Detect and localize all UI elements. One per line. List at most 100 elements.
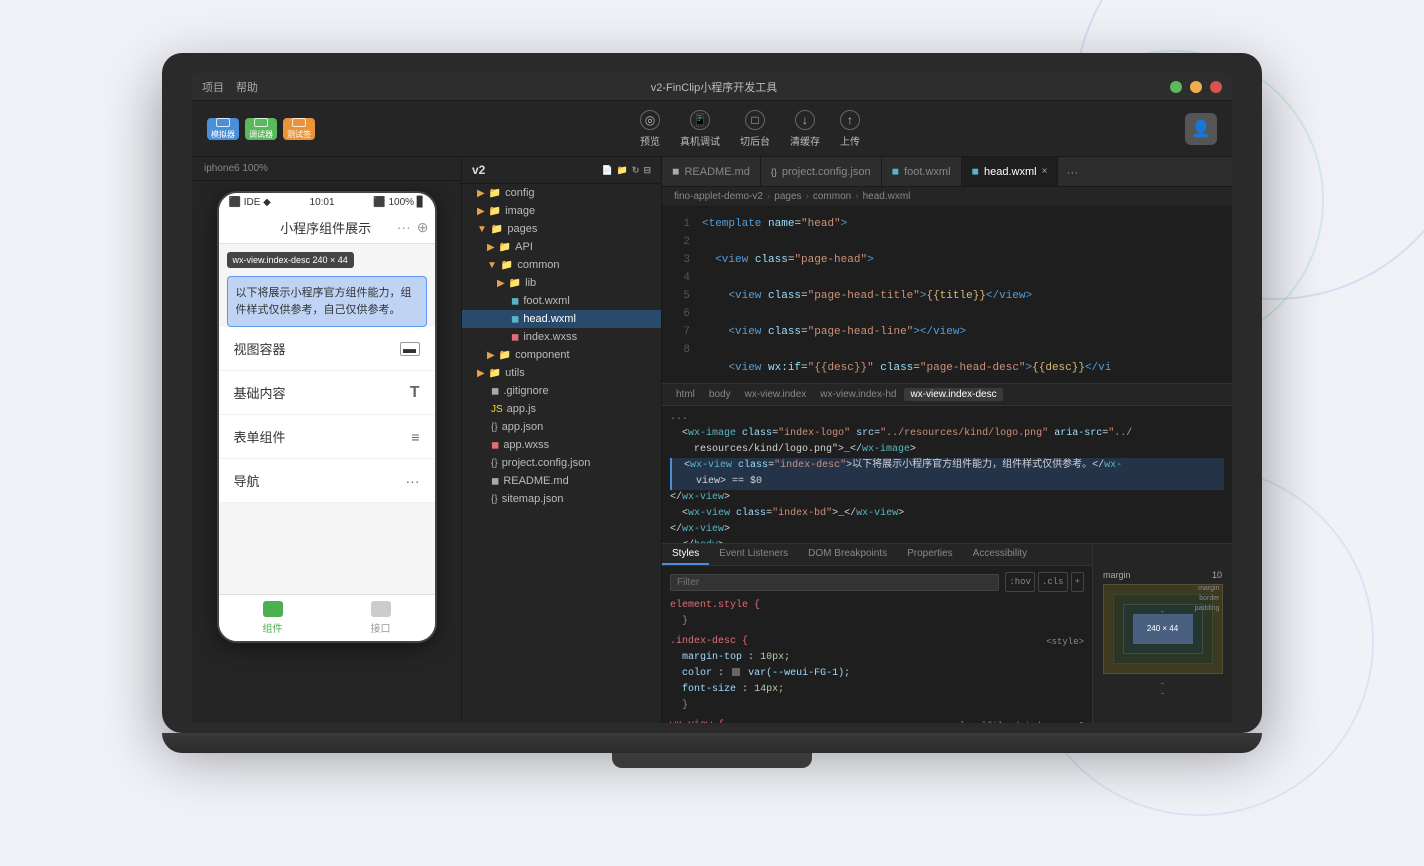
html-nav-wx-view-index-hd[interactable]: wx-view.index-hd	[814, 388, 902, 401]
folder-icon-utils: 📁	[489, 368, 501, 379]
html-view: html body wx-view.index wx-view.index-hd…	[662, 384, 1232, 544]
menu-item-help[interactable]: 帮助	[236, 79, 258, 95]
code-editor[interactable]: 1 2 3 4 5 6 7 8 <template name="head"> <…	[662, 207, 1232, 383]
filetree-index-wxss[interactable]: ◼ index.wxss	[462, 328, 661, 346]
menu-label-3: 导航	[234, 471, 260, 490]
clear-action[interactable]: ↓ 清缓存	[790, 110, 820, 148]
scan-action[interactable]: 📱 真机调试	[680, 110, 720, 148]
val-color: var(--weui-FG-1);	[748, 668, 850, 679]
styles-filter-input[interactable]	[670, 574, 999, 591]
simulator-btn[interactable]: 模拟器	[207, 118, 239, 140]
folder-icon-lib: 📁	[509, 278, 521, 289]
tab-project-config[interactable]: {} project.config.json	[761, 157, 882, 186]
filetree-lib-label: lib	[525, 277, 536, 289]
tab-foot-wxml[interactable]: ◼ foot.wxml	[882, 157, 962, 186]
styles-tab-event[interactable]: Event Listeners	[709, 544, 798, 565]
style-rule-wx-view: wx-view { localfile:/.index.css:2 displa…	[670, 718, 1084, 723]
filetree-refresh-icon[interactable]: ↻	[632, 165, 640, 176]
filetree-config[interactable]: ▶ 📁 config	[462, 184, 661, 202]
cut-action[interactable]: □ 切后台	[740, 110, 770, 148]
styles-left: Styles Event Listeners DOM Breakpoints P…	[662, 544, 1092, 723]
test-btn[interactable]: 测试签	[283, 118, 315, 140]
breadcrumb-item-2: common	[813, 191, 851, 202]
filetree-utils[interactable]: ▶ 📁 utils	[462, 364, 661, 382]
nav-label-api: 接口	[371, 620, 391, 635]
toolbar-mode-buttons: 模拟器 调试器 测试签	[207, 118, 315, 140]
filetree-head-wxml[interactable]: ◼ head.wxml	[462, 310, 661, 328]
tab-head-wxml[interactable]: ◼ head.wxml ×	[962, 157, 1059, 186]
menu-item-0[interactable]: 视图容器 ▬	[219, 327, 435, 371]
folder-arrow-common: ▼	[487, 260, 497, 271]
file-icon-gitignore: ◼	[491, 386, 499, 397]
cut-icon: □	[745, 110, 765, 130]
styles-tab-props[interactable]: Properties	[897, 544, 963, 565]
menu-icon-0: ▬	[400, 342, 420, 356]
phone-title-bar: 小程序组件展示 ··· ⊕	[219, 212, 435, 244]
pseudo-cls[interactable]: .cls	[1038, 572, 1068, 592]
html-nav-body[interactable]: body	[703, 388, 737, 401]
filetree-component[interactable]: ▶ 📁 component	[462, 346, 661, 364]
filetree-lib[interactable]: ▶ 📁 lib	[462, 274, 661, 292]
folder-arrow-pages: ▼	[477, 224, 487, 235]
editor-tabs-more[interactable]: ···	[1058, 165, 1086, 179]
filetree-app-json[interactable]: {} app.json	[462, 418, 661, 436]
app: 项目 帮助 v2-FinClip小程序开发工具 模	[192, 73, 1232, 723]
status-left: ⬛ IDE ◆	[229, 197, 271, 208]
filetree-app-js[interactable]: JS app.js	[462, 400, 661, 418]
upload-action[interactable]: ↑ 上传	[840, 110, 860, 148]
menu-item-project[interactable]: 项目	[202, 79, 224, 95]
filetree-pages-label: pages	[507, 223, 537, 235]
styles-panel: Styles Event Listeners DOM Breakpoints P…	[662, 544, 1232, 723]
val-font-size: 14px;	[754, 684, 784, 695]
menu-label-2: 表单组件	[234, 427, 286, 446]
filetree-sitemap[interactable]: {} sitemap.json	[462, 490, 661, 508]
filetree-header: v2 📄 📁 ↻ ⊟	[462, 157, 661, 184]
filetree-pages[interactable]: ▼ 📁 pages	[462, 220, 661, 238]
filetree-common[interactable]: ▼ 📁 common	[462, 256, 661, 274]
filetree-component-label: component	[515, 349, 569, 361]
phone-bottom-nav: 组件 接口	[219, 594, 435, 641]
filetree-project-config[interactable]: {} project.config.json	[462, 454, 661, 472]
win-maximize-btn[interactable]	[1190, 81, 1202, 93]
filetree-gitignore[interactable]: ◼ .gitignore	[462, 382, 661, 400]
html-nav-wx-view-index[interactable]: wx-view.index	[739, 388, 813, 401]
nav-icon-api	[371, 601, 391, 617]
phone-more-icon[interactable]: ···	[397, 219, 411, 236]
html-nav-html[interactable]: html	[670, 388, 701, 401]
preview-action[interactable]: ◎ 预览	[640, 110, 660, 148]
styles-tab-dom[interactable]: DOM Breakpoints	[798, 544, 897, 565]
filetree-head-wxml-label: head.wxml	[523, 313, 576, 325]
win-close-btn[interactable]	[1210, 81, 1222, 93]
tab-head-wxml-close[interactable]: ×	[1042, 166, 1048, 177]
tab-readme[interactable]: ◼ README.md	[662, 157, 761, 186]
clear-icon: ↓	[795, 110, 815, 130]
menu-item-3[interactable]: 导航 ···	[219, 459, 435, 503]
html-nav-wx-view-index-desc[interactable]: wx-view.index-desc	[904, 388, 1002, 401]
phone-menu-icon[interactable]: ⊕	[417, 219, 429, 236]
menu-item-2[interactable]: 表单组件 ≡	[219, 415, 435, 459]
filetree-collapse-icon[interactable]: ⊟	[643, 165, 651, 176]
pseudo-hov[interactable]: :hov	[1005, 572, 1035, 592]
pseudo-add[interactable]: +	[1071, 572, 1084, 592]
filetree-api[interactable]: ▶ 📁 API	[462, 238, 661, 256]
filetree-new-folder-icon[interactable]: 📁	[617, 165, 628, 176]
code-content[interactable]: <template name="head"> <view class="page…	[698, 207, 1232, 383]
file-icon-app-json: {}	[491, 422, 498, 433]
styles-content: :hov .cls + element.style {	[662, 566, 1092, 723]
filetree-app-wxss[interactable]: ◼ app.wxss	[462, 436, 661, 454]
filetree-foot-wxml[interactable]: ◼ foot.wxml	[462, 292, 661, 310]
user-avatar[interactable]: 👤	[1185, 113, 1217, 145]
nav-item-api[interactable]: 接口	[327, 601, 435, 635]
breadcrumb-sep-1: ›	[806, 191, 809, 202]
styles-tab-styles[interactable]: Styles	[662, 544, 709, 565]
debugger-btn[interactable]: 调试器	[245, 118, 277, 140]
filetree-new-file-icon[interactable]: 📄	[601, 165, 612, 176]
win-minimize-btn[interactable]	[1170, 81, 1182, 93]
filetree-readme[interactable]: ◼ README.md	[462, 472, 661, 490]
nav-item-components[interactable]: 组件	[219, 601, 327, 635]
menu-item-1[interactable]: 基础内容 T	[219, 371, 435, 415]
device-label: iphone6 100%	[192, 157, 461, 181]
tab-head-wxml-label: head.wxml	[984, 166, 1037, 178]
filetree-image[interactable]: ▶ 📁 image	[462, 202, 661, 220]
styles-tab-accessibility[interactable]: Accessibility	[963, 544, 1037, 565]
